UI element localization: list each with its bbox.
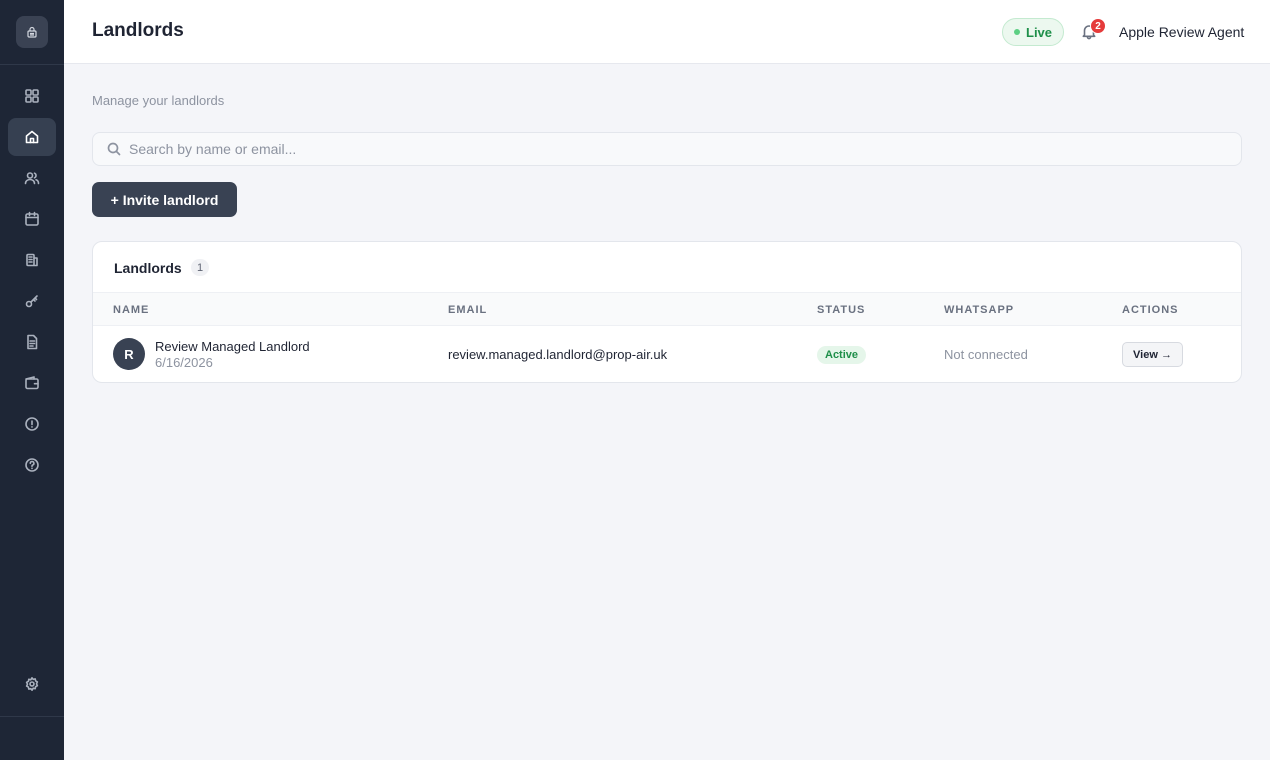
document-icon	[27, 334, 38, 350]
buildings-icon	[26, 253, 38, 267]
search-icon	[107, 142, 121, 156]
sidebar	[0, 0, 64, 760]
whatsapp-status: Not connected	[944, 347, 1028, 362]
column-header-actions: ACTIONS	[1122, 304, 1179, 316]
landlords-table-card: Landlords 1 NAME EMAIL STATUS WHATSAPP A…	[92, 241, 1242, 383]
sidebar-item-dashboard[interactable]	[8, 77, 56, 115]
sidebar-item-tenants[interactable]	[8, 159, 56, 197]
sidebar-divider	[0, 64, 64, 65]
sidebar-item-properties[interactable]	[8, 241, 56, 279]
column-header-whatsapp[interactable]: WHATSAPP	[944, 304, 1014, 316]
column-header-email[interactable]: EMAIL	[448, 304, 487, 316]
top-bar: Landlords Live 2 Apple Review Agent	[64, 0, 1270, 64]
gear-icon	[25, 677, 39, 691]
wallet-icon	[25, 376, 39, 390]
home-icon	[25, 130, 39, 144]
notifications-button[interactable]: 2	[1080, 18, 1106, 42]
sidebar-item-settings[interactable]	[8, 665, 56, 703]
sidebar-item-payments[interactable]	[8, 364, 56, 402]
table-row[interactable]: R Review Managed Landlord 6/16/2026 revi…	[93, 326, 1241, 382]
sidebar-divider	[0, 716, 64, 717]
live-status-badge: Live	[1002, 18, 1065, 46]
calendar-icon	[25, 211, 39, 226]
app-logo[interactable]	[16, 16, 48, 48]
landlord-email: review.managed.landlord@prop-air.uk	[448, 347, 668, 362]
invite-landlord-button[interactable]: + Invite landlord	[92, 182, 237, 217]
sidebar-item-issues[interactable]	[8, 405, 56, 443]
sidebar-item-landlords[interactable]	[8, 118, 56, 156]
avatar: R	[113, 338, 145, 370]
table-title: Landlords	[114, 260, 182, 276]
live-dot-icon	[1014, 29, 1020, 35]
landlord-date: 6/16/2026	[155, 355, 213, 370]
live-label: Live	[1026, 24, 1053, 40]
building-lock-icon	[27, 26, 37, 38]
search-input[interactable]	[129, 141, 1229, 157]
landlord-name: Review Managed Landlord	[155, 339, 310, 354]
landlord-count-badge: 1	[191, 259, 209, 276]
sidebar-item-help[interactable]	[8, 446, 56, 484]
column-header-name[interactable]: NAME	[113, 304, 149, 316]
alert-icon	[25, 417, 39, 431]
table-header-row: NAME EMAIL STATUS WHATSAPP ACTIONS	[93, 293, 1241, 326]
notification-count-badge: 2	[1090, 18, 1106, 34]
sidebar-item-keys[interactable]	[8, 282, 56, 320]
search-bar	[92, 132, 1242, 166]
status-badge: Active	[817, 346, 867, 364]
column-header-status[interactable]: STATUS	[817, 304, 865, 316]
dashboard-icon	[25, 89, 39, 103]
users-icon	[24, 172, 40, 185]
sidebar-item-documents[interactable]	[8, 323, 56, 361]
page-subtitle: Manage your landlords	[92, 93, 225, 108]
help-icon	[25, 458, 39, 472]
view-landlord-button[interactable]: View →	[1122, 342, 1183, 367]
page-title: Landlords	[92, 20, 184, 41]
table-card-header: Landlords 1	[93, 242, 1241, 293]
key-icon	[25, 295, 38, 308]
user-menu[interactable]: Apple Review Agent	[1119, 24, 1244, 40]
sidebar-item-calendar[interactable]	[8, 200, 56, 238]
